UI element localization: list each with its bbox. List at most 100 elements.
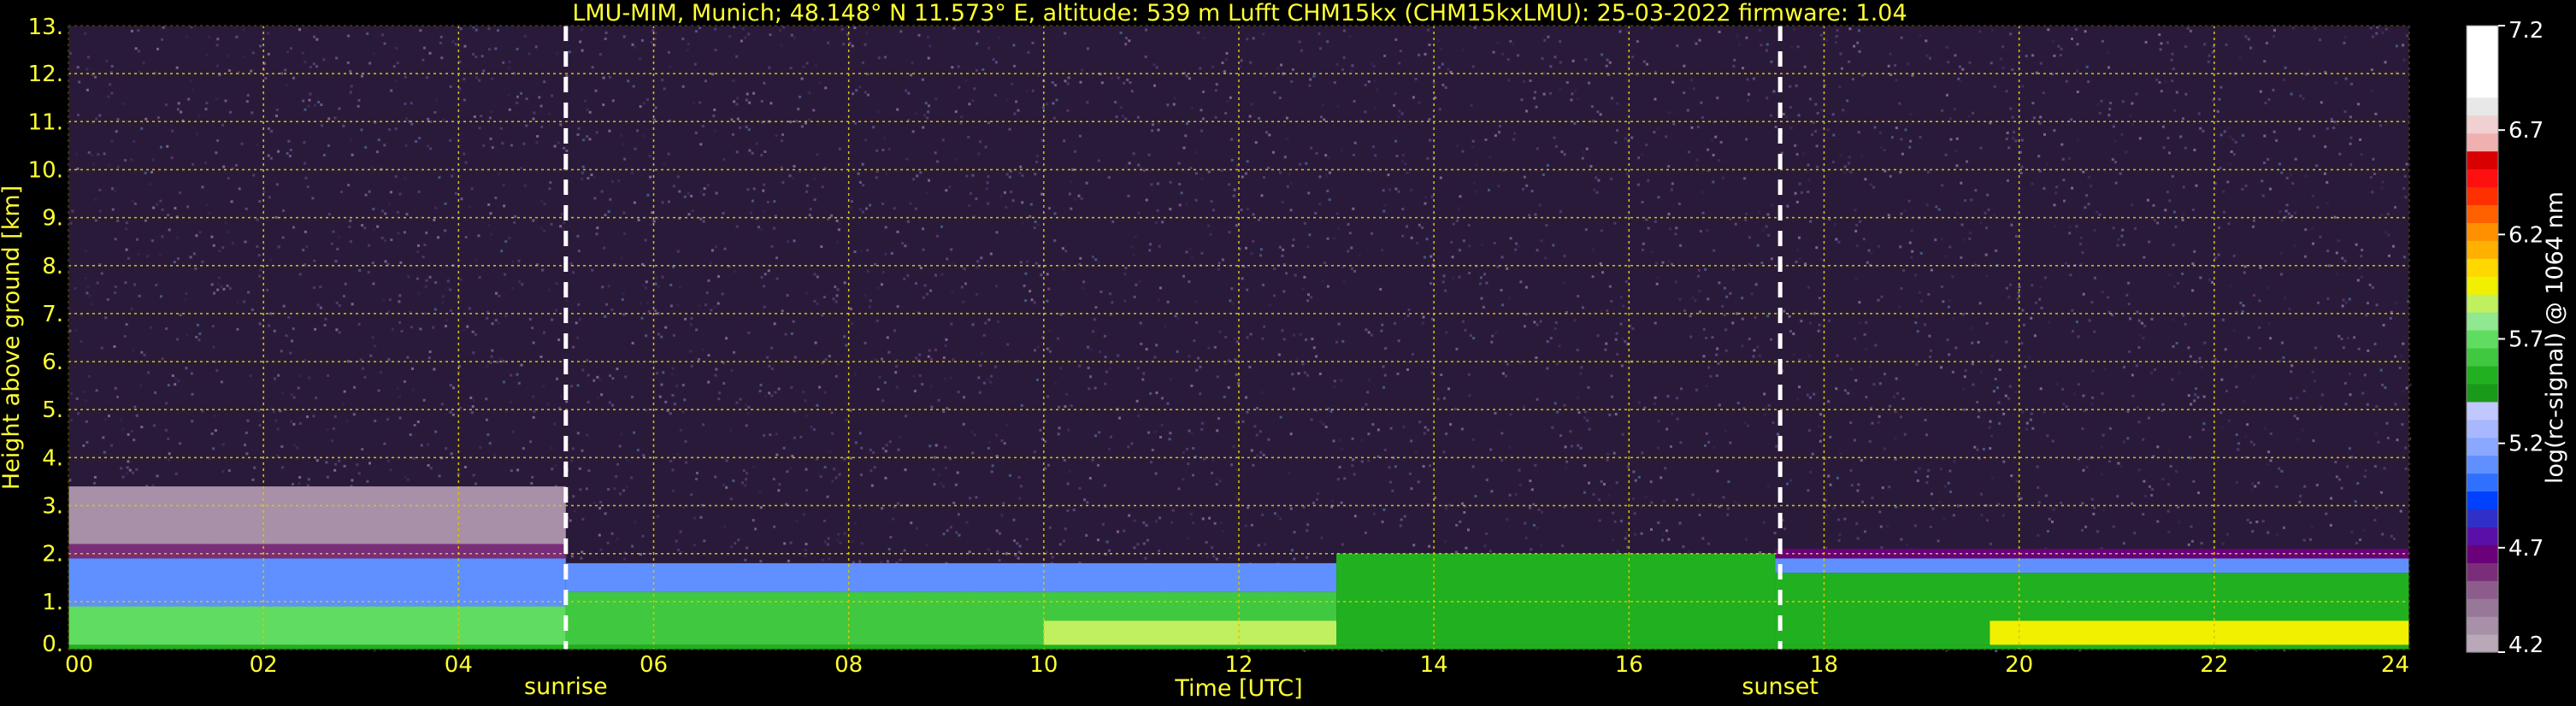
noise-speck — [714, 475, 717, 479]
noise-speck — [884, 450, 887, 453]
noise-speck — [1675, 498, 1678, 502]
noise-speck — [2043, 186, 2046, 190]
noise-speck — [1952, 514, 1955, 517]
noise-speck — [834, 374, 838, 378]
noise-speck — [2071, 38, 2073, 40]
noise-speck — [691, 209, 694, 213]
noise-speck — [2001, 514, 2005, 517]
noise-speck — [1530, 190, 1534, 192]
noise-speck — [580, 556, 583, 560]
noise-speck — [1865, 396, 1868, 399]
noise-speck — [395, 46, 398, 50]
noise-speck — [168, 228, 171, 232]
noise-speck — [94, 198, 97, 201]
noise-speck — [1948, 117, 1952, 121]
noise-speck — [511, 430, 515, 433]
noise-speck — [1289, 507, 1293, 510]
noise-speck — [1696, 126, 1700, 129]
noise-speck — [1017, 476, 1021, 479]
noise-speck — [2312, 439, 2315, 443]
noise-speck — [2181, 272, 2184, 275]
noise-speck — [501, 142, 504, 145]
noise-speck — [2216, 109, 2219, 113]
noise-speck — [1689, 335, 1693, 338]
noise-speck — [1209, 232, 1212, 236]
noise-speck — [1624, 137, 1627, 140]
noise-speck — [404, 144, 408, 147]
noise-speck — [1281, 254, 1284, 257]
noise-speck — [711, 73, 715, 76]
noise-speck — [1046, 273, 1049, 276]
noise-speck — [190, 372, 193, 375]
noise-speck — [2137, 421, 2141, 424]
noise-speck — [1956, 504, 1960, 508]
noise-speck — [1351, 64, 1354, 68]
noise-speck — [1215, 483, 1218, 486]
noise-speck — [137, 50, 140, 53]
noise-speck — [1047, 463, 1050, 467]
noise-speck — [808, 118, 811, 121]
noise-speck — [989, 380, 993, 384]
noise-speck — [1170, 521, 1173, 524]
noise-speck — [489, 137, 492, 140]
noise-speck — [2060, 47, 2063, 50]
noise-speck — [623, 557, 626, 561]
noise-speck — [142, 61, 145, 64]
noise-speck — [963, 268, 966, 271]
noise-speck — [759, 560, 763, 563]
noise-speck — [1188, 77, 1191, 80]
noise-speck — [1699, 310, 1701, 314]
noise-speck — [892, 517, 895, 521]
noise-speck — [834, 285, 837, 289]
noise-speck — [459, 406, 462, 409]
noise-speck — [489, 361, 492, 364]
noise-speck — [1103, 484, 1106, 487]
noise-speck — [2167, 483, 2170, 486]
noise-speck — [667, 200, 670, 203]
noise-speck — [1066, 482, 1070, 485]
noise-speck — [998, 532, 1001, 535]
noise-speck — [1489, 448, 1493, 451]
noise-speck — [1058, 543, 1062, 546]
noise-speck — [2336, 272, 2339, 275]
noise-speck — [1199, 392, 1202, 396]
noise-speck — [864, 294, 867, 297]
noise-speck — [1861, 500, 1864, 503]
noise-speck — [2377, 440, 2380, 444]
noise-speck — [2346, 465, 2349, 468]
noise-speck — [198, 332, 202, 335]
noise-speck — [525, 124, 528, 127]
noise-speck — [1333, 81, 1336, 85]
noise-speck — [2158, 33, 2161, 37]
noise-speck — [2315, 164, 2319, 168]
noise-speck — [1712, 180, 1715, 184]
noise-speck — [884, 56, 887, 59]
noise-speck — [2403, 256, 2406, 259]
noise-speck — [1655, 282, 1659, 285]
noise-speck — [1591, 248, 1595, 251]
noise-speck — [1650, 528, 1653, 531]
noise-speck — [2251, 530, 2255, 533]
noise-speck — [1748, 338, 1751, 341]
noise-speck — [2304, 255, 2307, 258]
noise-speck — [1292, 238, 1295, 241]
noise-speck — [216, 139, 220, 142]
noise-speck — [2249, 521, 2252, 524]
noise-speck — [1051, 81, 1054, 84]
noise-speck — [2220, 426, 2224, 429]
noise-speck — [93, 481, 96, 485]
noise-speck — [1326, 189, 1329, 192]
noise-speck — [670, 373, 674, 376]
noise-speck — [450, 452, 453, 456]
noise-speck — [1838, 85, 1842, 88]
noise-speck — [2252, 374, 2255, 378]
noise-speck — [1117, 76, 1120, 79]
noise-speck — [636, 449, 640, 452]
noise-speck — [2310, 526, 2314, 529]
noise-speck — [1053, 212, 1057, 215]
noise-speck — [669, 412, 672, 415]
noise-speck — [976, 260, 980, 263]
noise-speck — [1451, 256, 1454, 259]
noise-speck — [1360, 439, 1364, 443]
noise-speck — [770, 346, 774, 350]
